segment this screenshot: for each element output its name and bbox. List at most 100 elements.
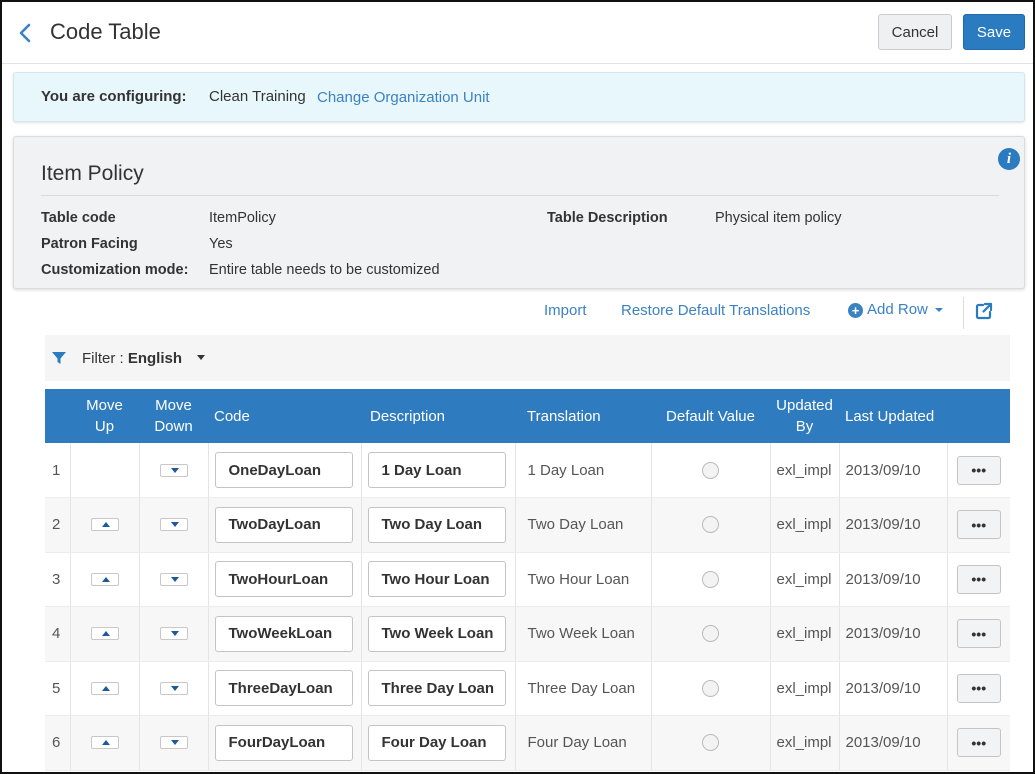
description-input[interactable]: Two Week Loan [367, 615, 506, 652]
description-input[interactable]: Four Day Loan [367, 724, 506, 761]
default-value-radio[interactable] [702, 625, 719, 643]
header-code[interactable]: Code [208, 389, 361, 443]
header-updated-by[interactable]: Updated By [770, 389, 839, 443]
move-up-button[interactable] [90, 736, 119, 750]
plus-circle-icon: + [848, 303, 863, 318]
move-down-cell [139, 606, 209, 662]
description-input[interactable]: Two Hour Loan [367, 561, 506, 598]
import-link[interactable]: Import [544, 302, 587, 319]
description-input[interactable]: 1 Day Loan [367, 452, 506, 488]
code-cell: OneDayLoan [208, 443, 362, 498]
move-down-button[interactable] [159, 736, 188, 750]
translation-cell: Two Week Loan [515, 606, 652, 662]
description-input[interactable]: Three Day Loan [367, 670, 506, 707]
row-number: 1 [45, 443, 71, 498]
move-down-button[interactable] [159, 518, 188, 532]
last-updated-cell: 2013/09/10 [839, 715, 948, 771]
updated-by-cell: exl_impl [770, 661, 840, 716]
table-row: 4 TwoWeekLoan Two Week Loan Two Week Loan ex… [45, 606, 1010, 662]
default-value-radio[interactable] [702, 570, 719, 588]
move-up-button[interactable] [90, 627, 119, 641]
header-last-updated[interactable]: Last Updated [839, 389, 947, 443]
filter-dropdown[interactable]: Filter : English [82, 350, 182, 367]
configuring-bar: You are configuring: Clean Training Chan… [13, 72, 1025, 122]
info-icon[interactable]: i [998, 148, 1020, 170]
code-input[interactable]: TwoHourLoan [214, 561, 353, 598]
move-up-cell [70, 552, 140, 607]
description-cell: Two Hour Loan [361, 552, 516, 607]
move-up-button[interactable] [90, 681, 119, 695]
restore-default-translations-link[interactable]: Restore Default Translations [621, 302, 810, 319]
change-organization-link[interactable]: Change Organization Unit [317, 89, 490, 106]
row-number: 6 [45, 715, 71, 771]
filter-bar: Filter : English [45, 335, 1010, 381]
filter-value: English [127, 350, 183, 367]
move-down-cell [139, 552, 209, 607]
table-description-row: Table Description [547, 210, 668, 226]
row-actions-button[interactable]: ••• [956, 619, 1001, 649]
default-value-cell [651, 661, 771, 716]
move-down-cell [139, 715, 209, 771]
translation-cell: Three Day Loan [515, 661, 652, 716]
updated-by-cell: exl_impl [770, 497, 840, 553]
description-input[interactable]: Two Day Loan [367, 506, 506, 543]
move-up-cell [70, 715, 140, 771]
translation-cell: Four Day Loan [515, 715, 652, 771]
row-actions-button[interactable]: ••• [956, 564, 1001, 594]
last-updated-cell: 2013/09/10 [839, 606, 948, 662]
code-table: Move Up Move Down Code Description Trans… [45, 389, 1010, 771]
back-arrow-icon[interactable] [16, 22, 36, 44]
row-actions-button[interactable]: ••• [956, 510, 1001, 540]
code-input[interactable]: FourDayLoan [214, 724, 353, 761]
default-value-cell [651, 606, 771, 662]
move-down-button[interactable] [159, 572, 188, 586]
code-input[interactable]: TwoDayLoan [214, 506, 353, 543]
default-value-radio[interactable] [702, 734, 719, 752]
toolbar-divider [963, 297, 964, 329]
move-down-button[interactable] [159, 627, 188, 641]
code-input[interactable]: ThreeDayLoan [214, 670, 353, 707]
default-value-radio[interactable] [702, 679, 719, 697]
filter-icon[interactable] [51, 350, 67, 366]
default-value-cell [651, 497, 771, 553]
code-input[interactable]: TwoWeekLoan [214, 615, 353, 652]
patron-facing-value-wrap: Yes [209, 236, 233, 252]
add-row-button[interactable]: + Add Row [848, 301, 944, 318]
row-actions-button[interactable]: ••• [956, 728, 1001, 758]
actions-cell: ••• [947, 715, 1010, 771]
code-cell: FourDayLoan [208, 715, 362, 771]
move-up-button[interactable] [90, 518, 119, 532]
default-value-cell [651, 552, 771, 607]
move-down-button[interactable] [159, 463, 188, 477]
default-value-radio[interactable] [702, 461, 719, 479]
open-external-icon[interactable] [975, 302, 993, 320]
row-actions-button[interactable]: ••• [956, 673, 1001, 703]
translation-cell: Two Day Loan [515, 497, 652, 553]
table-row: 2 TwoDayLoan Two Day Loan Two Day Loan exl_i… [45, 497, 1010, 553]
header-index [45, 389, 70, 443]
translation-cell: Two Hour Loan [515, 552, 652, 607]
divider [41, 195, 999, 196]
table-code-label: Table code [41, 210, 116, 226]
filter-caret-icon[interactable] [197, 355, 205, 360]
actions-cell: ••• [947, 552, 1010, 607]
save-button[interactable]: Save [963, 14, 1025, 50]
cancel-button[interactable]: Cancel [878, 14, 952, 50]
move-up-button[interactable] [90, 572, 119, 586]
description-cell: Four Day Loan [361, 715, 516, 771]
move-down-button[interactable] [159, 681, 188, 695]
row-number: 5 [45, 661, 71, 716]
row-number: 3 [45, 552, 71, 607]
code-input[interactable]: OneDayLoan [214, 452, 353, 488]
row-actions-button[interactable]: ••• [956, 455, 1001, 485]
table-row: 1 OneDayLoan 1 Day Loan 1 Day Loan exl_impl 2… [45, 443, 1010, 498]
description-cell: Two Day Loan [361, 497, 516, 553]
header-default-value[interactable]: Default Value [651, 389, 770, 443]
header-translation[interactable]: Translation [515, 389, 651, 443]
table-header-row: Move Up Move Down Code Description Trans… [45, 389, 1010, 443]
move-down-cell [139, 497, 209, 553]
organization-name: Clean Training [209, 88, 306, 105]
header-description[interactable]: Description [361, 389, 515, 443]
default-value-radio[interactable] [702, 516, 719, 534]
table-description-value-wrap: Physical item policy [715, 210, 842, 226]
